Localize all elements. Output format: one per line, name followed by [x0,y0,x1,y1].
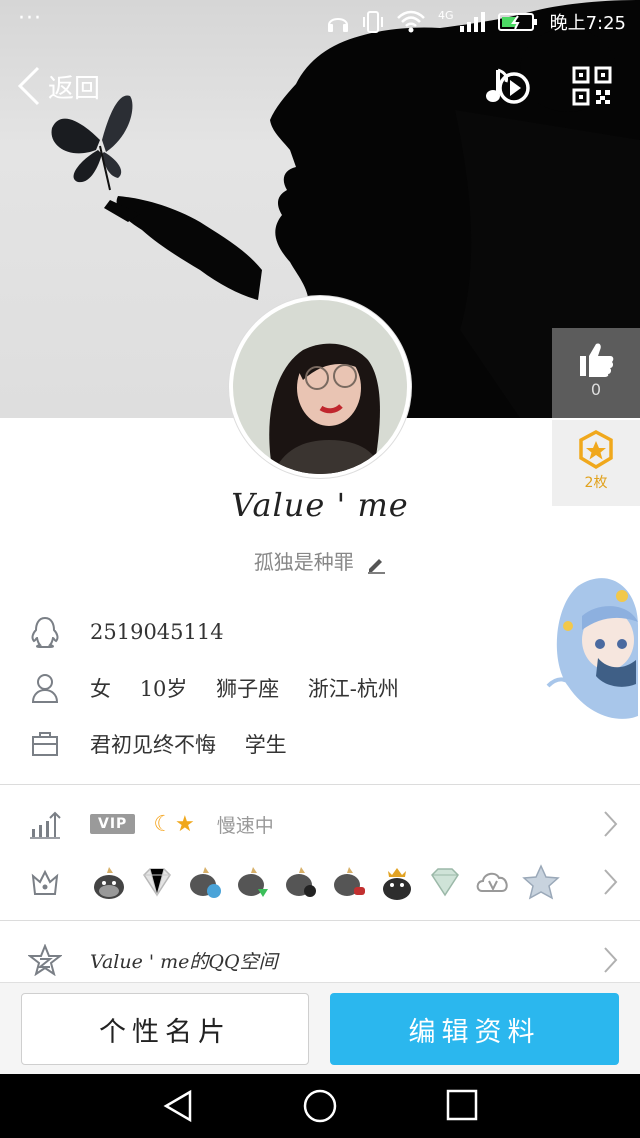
level-chart-icon [30,811,61,839]
penguin-gamer-badge-icon [334,867,365,896]
badges-row[interactable] [0,854,640,910]
top-nav: 返回 [0,60,640,116]
system-nav-bar [0,1074,640,1138]
location: 浙江-杭州 [307,677,399,701]
gender: 女 [90,677,111,701]
crown-icon [31,869,59,895]
penguin-crown-badge-icon [383,868,411,900]
nickname: Value ' me [231,486,409,524]
occupation: 学生 [244,733,287,757]
penguin-dark-badge-icon [286,867,316,897]
music-button[interactable] [484,64,534,112]
briefcase-icon [32,732,58,756]
star-icon: ★ [175,811,195,837]
badge-list [90,863,560,901]
thumbs-up-icon [580,343,614,377]
chevron-right-icon [604,811,618,837]
vip-level-row[interactable]: VIP ☾ ★ 慢速中 [0,796,640,852]
network-type: 4G [438,8,454,22]
like-button[interactable]: 0 [552,328,640,418]
status-bar: ··· 4G 晚上7:25 [0,0,640,44]
qq-space-label: Value ' me的QQ空间 [90,950,278,973]
penguin-green-badge-icon [238,867,268,897]
like-count: 0 [590,380,602,399]
wifi-icon [397,10,425,33]
personal-card-button[interactable]: 个性名片 [21,993,309,1065]
zodiac: 狮子座 [216,677,280,701]
star-badge-icon [579,430,613,470]
edit-profile-button[interactable]: 编辑资料 [330,993,619,1065]
bottom-action-bar: 个性名片 编辑资料 [0,982,640,1074]
mascot-character-icon [546,578,638,719]
signal-icon [459,12,485,32]
qr-code-icon [572,66,612,106]
qq-number-row: 2519045114 [0,607,540,657]
penguin-blue-badge-icon [190,867,221,898]
diamond-badge-icon [143,868,171,897]
vibrate-icon [363,11,384,33]
penguin-badge-icon [94,867,124,899]
cloud-v-badge-icon [476,872,508,892]
chevron-left-icon [17,66,40,106]
nav-recents-icon[interactable] [445,1088,479,1122]
avatar-photo [233,300,407,474]
basic-info-row: 女 10岁 狮子座 浙江-杭州 [0,663,540,713]
qr-code-button[interactable] [572,66,612,110]
nav-back-icon[interactable] [160,1088,196,1124]
vip-tag: VIP [90,814,136,834]
music-play-icon [486,68,530,104]
work-info-row: 君初见终不悔 学生 [0,719,540,769]
back-button[interactable]: 返回 [16,66,100,106]
divider [0,920,640,921]
battery-icon [497,13,537,31]
nav-home-icon[interactable] [302,1088,338,1124]
green-diamond-badge-icon [431,868,459,897]
moon-icon: ☾ [153,811,174,837]
age: 10岁 [139,677,188,701]
avatar[interactable] [229,296,411,478]
headphones-icon [328,18,349,32]
qq-space-row[interactable]: Value ' me的QQ空间 [0,932,640,988]
person-icon [31,674,59,703]
signature-text: 孤独是种罪 [253,550,354,574]
chevron-right-icon [604,947,618,973]
chevron-right-icon [604,869,618,895]
school: 君初见终不悔 [90,733,216,757]
speed-status: 慢速中 [216,814,274,837]
back-label: 返回 [48,73,101,104]
star-badge-grey-icon [522,864,560,900]
pencil-icon[interactable] [366,554,386,574]
status-time: 晚上7:25 [549,13,626,34]
status-dots: ··· [18,6,42,31]
divider [0,784,640,785]
penguin-icon [31,616,59,648]
qzone-star-icon [28,944,62,976]
qq-number: 2519045114 [90,620,224,644]
